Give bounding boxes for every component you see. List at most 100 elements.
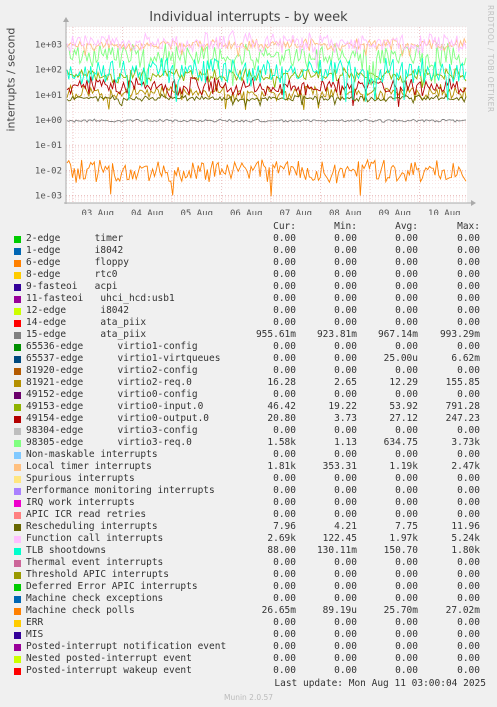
legend-swatch [14,488,21,495]
legend-min-value: 0.00 [334,509,357,520]
legend-max-value: 0.00 [457,365,480,376]
x-tick-label: 07 Aug [280,209,313,215]
header-min: Min: [334,221,357,232]
legend-min-value: 0.00 [334,257,357,268]
legend-row: Local timer interrupts 1.81k 353.31 1.19k 2.… [12,461,490,473]
legend-row: 81920-edge virtio2-config 0.00 0.00 0.00 0.0… [12,365,490,377]
legend-avg-value: 0.00 [395,593,418,604]
legend-max-value: 0.00 [457,341,480,352]
legend-row: Spurious interrupts 0.00 0.00 0.00 0.00 [12,473,490,485]
legend-min-value: 0.00 [334,281,357,292]
y-axis-arrow [63,17,69,22]
legend-max-value: 2.47k [451,461,480,472]
legend-label: 9-fasteoi acpi [26,281,118,292]
legend-min-value: 0.00 [334,473,357,484]
header-avg: Avg: [395,221,418,232]
legend-min-value: 0.00 [334,293,357,304]
legend-cur-value: 0.00 [273,245,296,256]
y-axis-ticks: 1e-03 1e-02 1e-01 1e+00 1e+01 1e+02 1e+03 [35,41,62,202]
legend-cur-value: 0.00 [273,485,296,496]
legend-cur-value: 0.00 [273,233,296,244]
legend-avg-value: 0.00 [395,509,418,520]
legend-max-value: 0.00 [457,665,480,676]
legend-min-value: 130.11m [316,545,357,556]
legend-max-value: 0.00 [457,581,480,592]
legend-cur-value: 0.00 [273,593,296,604]
x-tick-label: 03 Aug [81,209,114,215]
legend-max-value: 0.00 [457,557,480,568]
legend-avg-value: 0.00 [395,305,418,316]
legend-label: 15-edge ata_piix [26,329,147,340]
legend-row: 11-fasteoi uhci_hcd:usb1 0.00 0.00 0.00 0.00 [12,293,490,305]
legend-avg-value: 0.00 [395,365,418,376]
legend-swatch [14,308,21,315]
legend-swatch [14,440,21,447]
legend-min-value: 0.00 [334,497,357,508]
legend-swatch [14,368,21,375]
legend-cur-value: 0.00 [273,665,296,676]
legend-min-value: 0.00 [334,305,357,316]
legend-label: Non-maskable interrupts [26,449,158,460]
legend-min-value: 0.00 [334,629,357,640]
legend-avg-value: 25.00u [383,353,418,364]
legend-label: Machine check polls [26,605,135,616]
legend-max-value: 6.62m [451,353,480,364]
legend-label: Machine check exceptions [26,593,164,604]
legend-avg-value: 12.29 [389,377,418,388]
legend-swatch [14,332,21,339]
legend-label: 81921-edge virtio2-req.0 [26,377,192,388]
legend-max-value: 5.24k [451,533,480,544]
interrupts-chart: 1e-03 1e-02 1e-01 1e+00 1e+01 1e+02 1e+03 03 A… [35,17,476,215]
legend-cur-value: 0.00 [273,269,296,280]
legend-swatch [14,476,21,483]
legend-min-value: 89.19u [322,605,357,616]
legend-min-value: 1.13 [334,437,357,448]
legend-row: 65537-edge virtio1-virtqueues 0.00 0.00 25.… [12,353,490,365]
legend-max-value: 0.00 [457,389,480,400]
legend-row: Function call interrupts 2.69k 122.45 1.97k… [12,533,490,545]
legend-row: APIC ICR read retries 0.00 0.00 0.00 0.00 [12,509,490,521]
legend-max-value: 0.00 [457,617,480,628]
legend-min-value: 2.65 [334,377,357,388]
legend-max-value: 791.28 [445,401,480,412]
legend-label: Rescheduling interrupts [26,521,158,532]
legend-max-value: 155.85 [445,377,480,388]
legend-cur-value: 0.00 [273,317,296,328]
x-tick-label: 10 Aug [428,209,461,215]
legend-row: Threshold APIC interrupts 0.00 0.00 0.00 0.0… [12,569,490,581]
legend-label: 12-edge i8042 [26,305,129,316]
legend-cur-value: 0.00 [273,293,296,304]
legend-cur-value: 0.00 [273,557,296,568]
legend-avg-value: 0.00 [395,485,418,496]
x-axis-arrow [471,200,476,206]
legend-max-value: 0.00 [457,233,480,244]
x-tick-label: 04 Aug [131,209,164,215]
legend-row: Posted-interrupt notification event 0.00 0… [12,641,490,653]
legend-cur-value: 26.65m [261,605,296,616]
legend-row: 9-fasteoi acpi 0.00 0.00 0.00 0.00 [12,281,490,293]
legend-swatch [14,632,21,639]
legend-max-value: 0.00 [457,497,480,508]
legend-avg-value: 0.00 [395,389,418,400]
legend-swatch [14,560,21,567]
legend-label: TLB shootdowns [26,545,107,556]
legend-cur-value: 0.00 [273,257,296,268]
legend-swatch [14,236,21,243]
legend-cur-value: 2.69k [267,533,296,544]
legend-min-value: 0.00 [334,617,357,628]
legend-label: Thermal event interrupts [26,557,164,568]
legend-max-value: 0.00 [457,569,480,580]
last-update: Last update: Mon Aug 11 03:00:04 2025 [274,678,486,689]
legend-row: 12-edge i8042 0.00 0.00 0.00 0.00 [12,305,490,317]
legend-row: 8-edge rtc0 0.00 0.00 0.00 0.00 [12,269,490,281]
legend-row: Non-maskable interrupts 0.00 0.00 0.00 0.00 [12,449,490,461]
legend-cur-value: 0.00 [273,509,296,520]
legend-avg-value: 634.75 [383,437,418,448]
legend-avg-value: 0.00 [395,473,418,484]
legend-label: 98305-edge virtio3-req.0 [26,437,192,448]
legend-row: 49154-edge virtio0-output.0 20.80 3.73 27.1… [12,413,490,425]
legend-cur-value: 0.00 [273,305,296,316]
legend-row: 81921-edge virtio2-req.0 16.28 2.65 12.29 15… [12,377,490,389]
legend-label: MIS [26,629,44,640]
legend-row: 98304-edge virtio3-config 0.00 0.00 0.00 0.0… [12,425,490,437]
